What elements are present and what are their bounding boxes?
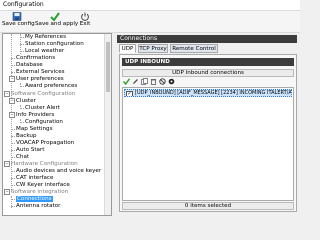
tab-udp[interactable]: UDP	[119, 44, 136, 53]
collapse-icon[interactable]: −	[4, 189, 10, 195]
collapse-icon[interactable]: −	[9, 76, 15, 82]
toolbar: Save config Save and apply Exit	[0, 11, 300, 33]
tree-item-configuration[interactable]: Configuration	[25, 119, 63, 126]
grid-footer: 0 items selected	[122, 202, 294, 210]
grid-title: UDP Inbound connections	[122, 69, 294, 77]
collapse-icon[interactable]: −	[9, 98, 15, 104]
configuration-window: Configuration Save config Save and apply…	[0, 0, 300, 216]
scrollbar-thumb[interactable]	[106, 42, 110, 92]
tree-item-info-providers[interactable]: − Info Providers	[9, 112, 54, 119]
settings-icon[interactable]	[168, 78, 175, 85]
tree-item-cluster-alert[interactable]: Cluster Alert	[25, 105, 60, 112]
collapse-icon[interactable]: −	[4, 161, 10, 167]
tree-item-chat[interactable]: Chat	[16, 154, 29, 161]
add-icon[interactable]	[123, 78, 130, 85]
save-icon	[12, 12, 22, 21]
udp-tab-content: UDP INBOUND UDP Inbound connections ✓ [U…	[119, 54, 297, 212]
tree-item-connections[interactable]: Connections	[16, 196, 53, 203]
title-bar: Configuration	[0, 0, 300, 11]
tree-item-cat-interface[interactable]: CAT interface	[16, 175, 53, 182]
exit-label: Exit	[79, 21, 91, 27]
tree-item-confirmations[interactable]: Confirmations	[16, 55, 55, 62]
tree-item-audio-devices[interactable]: Audio devices and voice keyer	[16, 168, 101, 175]
udp-inbound-grid[interactable]: ✓ [UDP_INBOUND] [ADIF_MESSAGE] [2234] INC…	[122, 87, 294, 201]
window-title: Configuration	[3, 1, 44, 8]
table-row[interactable]: ✓ [UDP_INBOUND] [ADIF_MESSAGE] [2234] INC…	[124, 89, 292, 97]
tree-item-my-references[interactable]: My References	[25, 34, 66, 41]
tree-item-award-preferences[interactable]: Award preferences	[25, 83, 77, 90]
tab-tcp-proxy[interactable]: TCP Proxy	[138, 44, 168, 53]
exit-button[interactable]: Exit	[78, 12, 92, 31]
copy-icon[interactable]	[141, 78, 148, 85]
tree-group-hardware-configuration[interactable]: − Hardware Configuration	[4, 161, 78, 168]
tree-group-software-integration[interactable]: − Software integration	[4, 189, 68, 196]
edit-icon[interactable]	[132, 78, 139, 85]
row-text: [UDP_INBOUND] [ADIF_MESSAGE] [2234] INCO…	[135, 90, 292, 96]
save-config-button[interactable]: Save config	[2, 12, 35, 31]
section-header: UDP INBOUND	[122, 58, 294, 66]
tree-item-voacap-propagation[interactable]: VOACAP Propagation	[16, 140, 74, 147]
tree-item-user-preferences[interactable]: − User preferences	[9, 76, 64, 83]
tree-item-backup[interactable]: Backup	[16, 133, 37, 140]
tree-item-external-services[interactable]: External Services	[16, 69, 65, 76]
collapse-icon[interactable]: −	[4, 91, 10, 97]
tree-item-local-weather[interactable]: Local weather	[25, 48, 64, 55]
tree-item-map-settings[interactable]: Map Settings	[16, 126, 53, 133]
tree-item-database[interactable]: Database	[16, 62, 43, 69]
checkmark-icon	[50, 12, 60, 21]
tab-remote-control[interactable]: Remote Control	[170, 44, 218, 53]
save-and-apply-button[interactable]: Save and apply	[35, 12, 79, 31]
tree-item-auto-start[interactable]: Auto Start	[16, 147, 44, 154]
tree-group-software-configuration[interactable]: − Software Configuration	[4, 91, 75, 98]
tree-item-antenna-rotator[interactable]: Antenna rotator	[16, 203, 60, 210]
tree-item-station-configuration[interactable]: Station configuration	[25, 41, 84, 48]
tree-item-cluster[interactable]: − Cluster	[9, 98, 36, 105]
block-icon[interactable]	[159, 78, 166, 85]
panel-title: Connections	[117, 35, 297, 43]
collapse-icon[interactable]: −	[9, 112, 15, 118]
save-config-label: Save config	[2, 21, 35, 27]
connections-panel: Connections UDP TCP Proxy Remote Control…	[115, 33, 299, 214]
delete-icon[interactable]	[150, 78, 157, 85]
power-icon	[81, 12, 89, 21]
settings-tree[interactable]: My References Station configuration Loca…	[2, 33, 112, 216]
row-checkbox[interactable]: ✓	[126, 91, 133, 96]
tree-scrollbar[interactable]	[104, 34, 111, 215]
save-and-apply-label: Save and apply	[35, 21, 79, 27]
tree-item-cw-keyer-interface[interactable]: CW Keyer interface	[16, 182, 70, 189]
